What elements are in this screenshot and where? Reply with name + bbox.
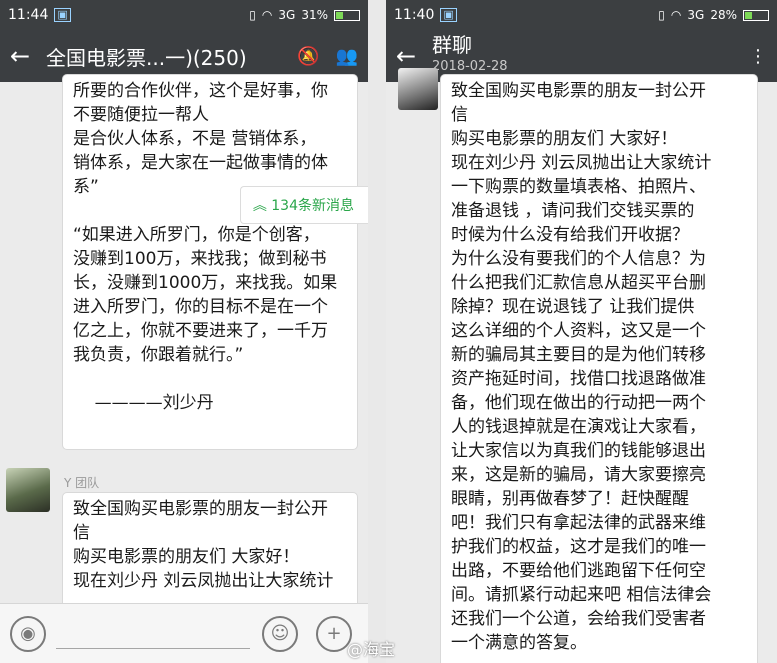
status-bar: 11:44 ▣ ▯ ◠ 3G 31% bbox=[0, 0, 368, 30]
left-phone-screen: 11:44 ▣ ▯ ◠ 3G 31% ← 全国电影票...一)(250) 🔕 👥… bbox=[0, 0, 368, 663]
avatar[interactable] bbox=[398, 68, 438, 110]
wifi-icon: ◠ bbox=[670, 8, 682, 22]
input-bar: ◉ ☺ + bbox=[0, 603, 368, 663]
notification-icon: ▣ bbox=[54, 8, 71, 22]
vibrate-icon: ▯ bbox=[249, 8, 256, 22]
mute-bell-icon: 🔕 bbox=[297, 45, 320, 67]
chat-area[interactable]: 所要的合作伙伴，这个是好事，你 不要随便拉一帮人 是合伙人体系，不是 营销体系，… bbox=[0, 74, 368, 663]
watermark: @海宝 bbox=[347, 640, 396, 659]
new-messages-button[interactable]: ︽ 134条新消息 bbox=[239, 186, 368, 224]
battery-percent: 31% bbox=[301, 8, 328, 22]
clock: 11:40 bbox=[394, 7, 435, 23]
sender-name: Y 团队 bbox=[64, 476, 100, 490]
letter-message-bubble: 致全国购买电影票的朋友一封公开 信 购买电影票的朋友们 大家好！ 现在刘少丹 刘… bbox=[440, 74, 758, 663]
group-members-icon[interactable]: 👥 bbox=[336, 46, 358, 67]
chat-title: 全国电影票...一)(250) bbox=[46, 45, 247, 70]
signal-label: 3G bbox=[687, 8, 705, 22]
battery-icon bbox=[334, 9, 360, 21]
more-menu-icon[interactable]: ⋮ bbox=[749, 46, 767, 67]
clock: 11:44 bbox=[8, 7, 49, 23]
wifi-icon: ◠ bbox=[261, 8, 273, 22]
chat-title: 群聊 bbox=[432, 34, 472, 57]
chat-title-block: 群聊 2018-02-28 bbox=[432, 34, 749, 78]
voice-input-button[interactable]: ◉ bbox=[10, 616, 46, 652]
emoji-button[interactable]: ☺ bbox=[262, 616, 298, 652]
avatar[interactable] bbox=[6, 468, 50, 512]
right-phone-screen: 11:40 ▣ ▯ ◠ 3G 28% ← 群聊 2018-02-28 ⋮ 致全国… bbox=[386, 0, 777, 663]
chat-area[interactable]: 致全国购买电影票的朋友一封公开 信 购买电影票的朋友们 大家好！ 现在刘少丹 刘… bbox=[386, 68, 777, 663]
quote-message-bubble: 所要的合作伙伴，这个是好事，你 不要随便拉一帮人 是合伙人体系，不是 营销体系，… bbox=[62, 74, 358, 450]
signal-label: 3G bbox=[278, 8, 296, 22]
notification-icon: ▣ bbox=[440, 8, 457, 22]
status-bar: 11:40 ▣ ▯ ◠ 3G 28% bbox=[386, 0, 777, 30]
battery-percent: 28% bbox=[710, 8, 737, 22]
vibrate-icon: ▯ bbox=[658, 8, 665, 22]
back-arrow-icon[interactable]: ← bbox=[10, 42, 46, 70]
double-chevron-up-icon: ︽ bbox=[252, 198, 267, 214]
message-input[interactable] bbox=[56, 629, 250, 649]
back-arrow-icon[interactable]: ← bbox=[396, 42, 432, 70]
battery-icon bbox=[743, 9, 769, 21]
